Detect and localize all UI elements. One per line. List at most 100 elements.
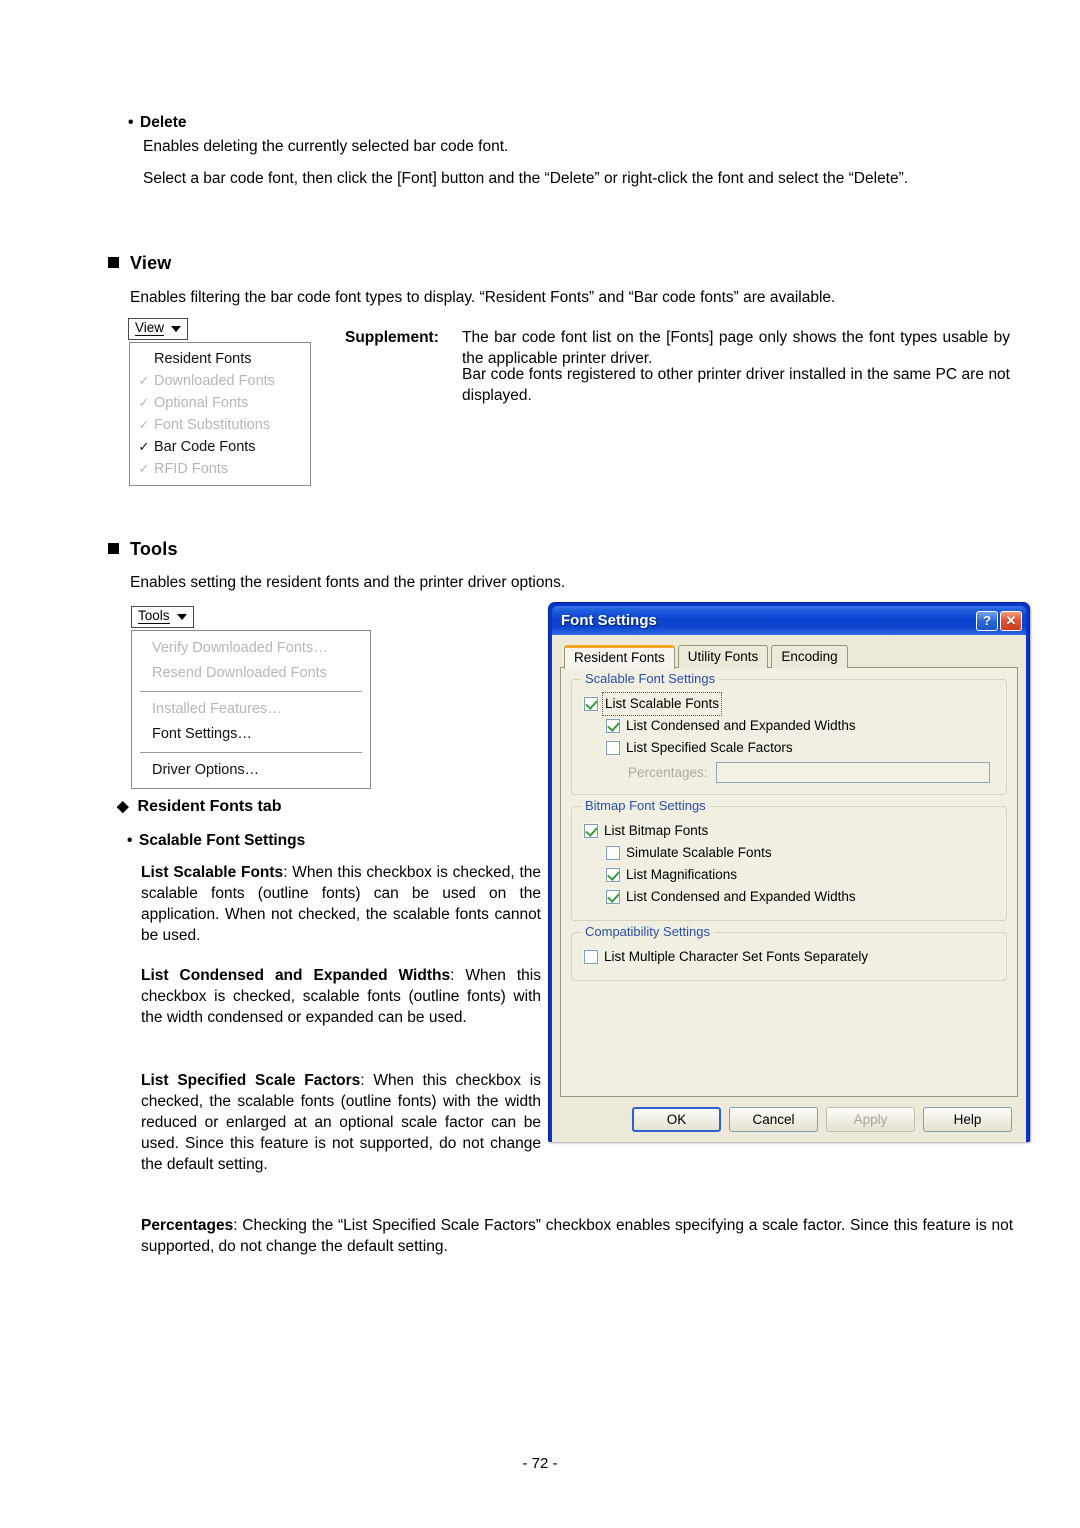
dialog-button-row: OK Cancel Apply Help xyxy=(560,1097,1018,1134)
checkbox-label: List Bitmap Fonts xyxy=(604,823,709,838)
tools-menu-item-verify-downloaded-fonts[interactable]: Verify Downloaded Fonts… xyxy=(132,636,370,661)
checkmark-icon: ✓ xyxy=(138,461,150,476)
checkbox-label: List Condensed and Expanded Widths xyxy=(626,718,856,733)
group-legend: Scalable Font Settings xyxy=(581,671,720,686)
percentages-input[interactable] xyxy=(715,762,990,783)
checkbox-row-list-condensed-expanded-widths-bitmap[interactable]: List Condensed and Expanded Widths xyxy=(606,887,996,907)
checkbox-icon[interactable] xyxy=(606,719,620,733)
percentages-row: Percentages: xyxy=(628,762,996,783)
tab-label: Resident Fonts xyxy=(574,650,665,665)
view-description: Enables filtering the bar code font type… xyxy=(130,289,836,306)
tools-heading: Tools xyxy=(108,539,178,560)
bullet-icon: • xyxy=(128,114,134,131)
menu-separator xyxy=(140,752,362,753)
group-legend: Compatibility Settings xyxy=(581,924,714,939)
delete-heading: • Delete xyxy=(128,113,187,133)
paragraph-list-condensed-expanded-widths: List Condensed and Expanded Widths: When… xyxy=(141,965,541,1028)
view-menu-button-label: View xyxy=(135,320,165,336)
checkmark-icon: ✓ xyxy=(138,417,150,432)
checkbox-icon[interactable] xyxy=(584,824,598,838)
page-number: - 72 - xyxy=(522,1455,558,1472)
view-menu-item-resident-fonts[interactable]: Resident Fonts xyxy=(130,348,310,370)
view-menu-item-optional-fonts[interactable]: ✓ Optional Fonts xyxy=(130,392,310,414)
tools-menu-item-installed-features[interactable]: Installed Features… xyxy=(132,697,370,722)
group-legend: Bitmap Font Settings xyxy=(581,798,710,813)
checkbox-icon[interactable] xyxy=(584,697,598,711)
tab-encoding[interactable]: Encoding xyxy=(771,645,848,668)
group-compatibility-settings: Compatibility Settings List Multiple Cha… xyxy=(571,924,1007,981)
tab-utility-fonts[interactable]: Utility Fonts xyxy=(677,645,769,668)
checkbox-row-list-magnifications[interactable]: List Magnifications xyxy=(606,865,996,885)
checkbox-label: List Magnifications xyxy=(626,867,738,882)
menu-item-label: Bar Code Fonts xyxy=(154,439,256,455)
menu-item-label: Downloaded Fonts xyxy=(154,373,275,389)
checkmark-icon: ✓ xyxy=(138,395,150,410)
caret-down-icon xyxy=(171,325,182,332)
help-button-label: Help xyxy=(953,1112,982,1127)
checkbox-row-list-bitmap-fonts[interactable]: List Bitmap Fonts xyxy=(584,821,996,841)
dialog-tab-strip: Resident Fonts Utility Fonts Encoding xyxy=(560,644,1018,669)
view-menu-item-rfid-fonts[interactable]: ✓ RFID Fonts xyxy=(130,458,310,480)
resident-fonts-tab-heading: ◆ Resident Fonts tab xyxy=(117,797,282,816)
delete-line-2: Select a bar code font, then click the [… xyxy=(143,170,909,187)
menu-item-label: Resident Fonts xyxy=(154,351,252,367)
ok-button-label: OK xyxy=(666,1112,687,1127)
checkbox-icon[interactable] xyxy=(584,950,598,964)
help-icon[interactable]: ? xyxy=(976,610,998,631)
delete-line-1: Enables deleting the currently selected … xyxy=(143,138,509,155)
menu-item-label: RFID Fonts xyxy=(154,461,229,477)
view-dropdown-menu[interactable]: Resident Fonts ✓ Downloaded Fonts ✓ Opti… xyxy=(129,342,311,486)
scalable-font-settings-subheading: • Scalable Font Settings xyxy=(127,831,305,851)
tools-menu-item-resend-downloaded-fonts[interactable]: Resend Downloaded Fonts xyxy=(132,661,370,686)
tools-dropdown-menu[interactable]: Verify Downloaded Fonts… Resend Download… xyxy=(131,630,371,789)
view-menu-item-font-substitutions[interactable]: ✓ Font Substitutions xyxy=(130,414,310,436)
help-button[interactable]: Help xyxy=(923,1107,1012,1132)
checkbox-icon[interactable] xyxy=(606,890,620,904)
cancel-button-label: Cancel xyxy=(752,1112,795,1127)
cancel-button[interactable]: Cancel xyxy=(729,1107,818,1132)
dialog-title: Font Settings xyxy=(561,612,657,629)
percentages-label: Percentages: xyxy=(628,765,708,780)
tab-label: Encoding xyxy=(781,649,838,664)
paragraph-term: List Condensed and Expanded Widths xyxy=(141,967,451,984)
document-page: • Delete Enables deleting the currently s… xyxy=(0,0,1080,1528)
checkbox-icon[interactable] xyxy=(606,868,620,882)
supplement-label-text: Supplement xyxy=(345,329,434,346)
view-menu-item-bar-code-fonts[interactable]: ✓ Bar Code Fonts xyxy=(130,436,310,458)
close-icon[interactable]: ✕ xyxy=(1000,610,1022,631)
tools-menu-button[interactable]: Tools xyxy=(131,606,194,628)
checkmark-icon: ✓ xyxy=(138,439,150,454)
tab-resident-fonts[interactable]: Resident Fonts xyxy=(564,645,675,669)
menu-item-label: Driver Options… xyxy=(152,762,260,778)
apply-button: Apply xyxy=(826,1107,915,1132)
paragraph-list-scalable-fonts: List Scalable Fonts: When this checkbox … xyxy=(141,862,541,946)
checkmark-icon: ✓ xyxy=(138,373,150,388)
menu-item-label: Installed Features… xyxy=(152,701,282,717)
checkbox-row-list-specified-scale-factors[interactable]: List Specified Scale Factors xyxy=(606,738,996,758)
caret-down-icon xyxy=(176,613,187,620)
paragraph-term: List Specified Scale Factors xyxy=(141,1072,361,1089)
checkbox-icon[interactable] xyxy=(606,741,620,755)
paragraph-colon: : xyxy=(450,967,455,984)
font-settings-dialog: Font Settings ? ✕ Resident Fonts Utility… xyxy=(548,602,1030,1142)
square-bullet-icon xyxy=(108,543,119,554)
checkbox-row-list-scalable-fonts[interactable]: List Scalable Fonts xyxy=(584,692,996,716)
view-menu-item-downloaded-fonts[interactable]: ✓ Downloaded Fonts xyxy=(130,370,310,392)
bullet-icon: • xyxy=(127,832,133,849)
menu-item-label: Verify Downloaded Fonts… xyxy=(152,640,328,656)
tools-menu-item-driver-options[interactable]: Driver Options… xyxy=(132,758,370,783)
checkbox-row-list-condensed-expanded-widths[interactable]: List Condensed and Expanded Widths xyxy=(606,716,996,736)
checkbox-row-list-multiple-character-set-fonts[interactable]: List Multiple Character Set Fonts Separa… xyxy=(584,947,996,967)
menu-item-label: Font Substitutions xyxy=(154,417,271,433)
checkbox-label: List Multiple Character Set Fonts Separa… xyxy=(604,949,869,964)
checkbox-label: List Scalable Fonts xyxy=(601,692,723,716)
tools-menu-button-label: Tools xyxy=(138,608,170,624)
checkbox-row-simulate-scalable-fonts[interactable]: Simulate Scalable Fonts xyxy=(606,843,996,863)
checkbox-icon[interactable] xyxy=(606,846,620,860)
checkbox-label: List Specified Scale Factors xyxy=(626,740,793,755)
paragraph-term: List Scalable Fonts xyxy=(141,864,284,881)
ok-button[interactable]: OK xyxy=(632,1107,721,1132)
view-menu-button[interactable]: View xyxy=(128,318,189,340)
tools-menu-item-font-settings[interactable]: Font Settings… xyxy=(132,722,370,747)
tab-label: Utility Fonts xyxy=(687,649,759,664)
